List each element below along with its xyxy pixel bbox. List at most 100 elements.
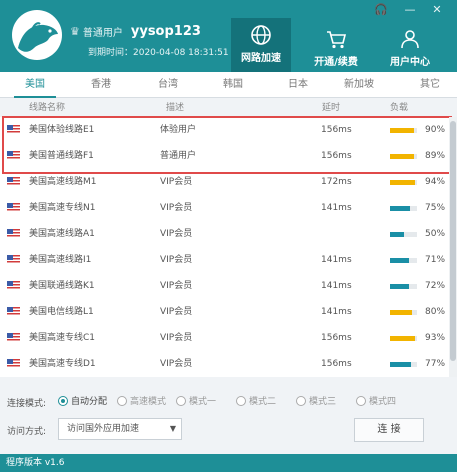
user-type: 普通用户 bbox=[82, 28, 123, 39]
us-flag-icon bbox=[7, 307, 20, 316]
minimize-icon[interactable]: — bbox=[403, 3, 417, 16]
load-bar bbox=[390, 310, 417, 315]
load-bar-fill bbox=[390, 180, 415, 185]
expiry-time: 到期时间：2020-04-08 18:31:51 bbox=[88, 48, 229, 58]
column-header-desc[interactable]: 描述 bbox=[166, 100, 184, 116]
column-header-load[interactable]: 负载 bbox=[390, 100, 408, 116]
load-bar-fill bbox=[390, 310, 412, 315]
table-row[interactable]: 美国高速专线N1 VIP会员 141ms 75% bbox=[0, 195, 449, 221]
us-flag-icon bbox=[7, 281, 20, 290]
tab-taiwan[interactable]: 台湾 bbox=[147, 72, 189, 98]
load-bar bbox=[390, 206, 417, 211]
access-method-select[interactable]: 访问国外应用加速 ▼ bbox=[58, 418, 182, 440]
server-desc: VIP会员 bbox=[160, 281, 193, 291]
server-latency: 156ms bbox=[321, 359, 352, 369]
table-row[interactable]: 美国高速专线C1 VIP会员 156ms 93% bbox=[0, 325, 449, 351]
server-name: 美国高速专线N1 bbox=[29, 203, 96, 213]
server-desc: VIP会员 bbox=[160, 307, 193, 317]
tab-korea[interactable]: 韩国 bbox=[212, 72, 254, 98]
server-load: 75% bbox=[425, 203, 446, 213]
nav-label: 网路加速 bbox=[241, 53, 281, 64]
nav-network-acceleration[interactable]: 网路加速 bbox=[231, 18, 291, 72]
load-bar bbox=[390, 284, 417, 289]
radio-high-speed[interactable]: 高速模式 bbox=[117, 394, 166, 407]
headset-icon[interactable]: 🎧 bbox=[374, 3, 388, 16]
nav-label: 用户中心 bbox=[390, 57, 430, 68]
version-footer: 程序版本 v1.6 bbox=[0, 454, 457, 472]
chevron-down-icon: ▼ bbox=[169, 424, 176, 433]
server-name: 美国高速线路A1 bbox=[29, 229, 95, 239]
server-latency: 141ms bbox=[321, 307, 352, 317]
tab-hongkong[interactable]: 香港 bbox=[80, 72, 122, 98]
table-row[interactable]: 美国高速专线D1 VIP会员 156ms 77% bbox=[0, 351, 449, 377]
radio-mode-2[interactable]: 模式二 bbox=[236, 394, 276, 407]
tab-other[interactable]: 其它 bbox=[410, 72, 450, 98]
globe-icon bbox=[251, 25, 271, 45]
radio-auto[interactable]: 自动分配 bbox=[58, 394, 107, 407]
us-flag-icon bbox=[7, 255, 20, 264]
load-bar bbox=[390, 232, 417, 237]
load-bar-fill bbox=[390, 258, 409, 263]
server-load: 80% bbox=[425, 307, 446, 317]
tab-singapore[interactable]: 新加坡 bbox=[334, 72, 384, 98]
server-desc: VIP会员 bbox=[160, 203, 193, 213]
load-bar-fill bbox=[390, 284, 409, 289]
table-row[interactable]: 美国联通线路K1 VIP会员 141ms 72% bbox=[0, 273, 449, 299]
scrollbar-thumb[interactable] bbox=[450, 121, 456, 361]
server-load: 72% bbox=[425, 281, 446, 291]
nav-subscribe[interactable]: 开通/续费 bbox=[306, 22, 366, 72]
cart-icon bbox=[327, 31, 347, 49]
server-latency: 141ms bbox=[321, 281, 352, 291]
server-name: 美国高速专线D1 bbox=[29, 359, 96, 369]
nav-user-center[interactable]: 用户中心 bbox=[380, 22, 440, 72]
column-header-latency[interactable]: 延时 bbox=[322, 100, 340, 116]
load-bar bbox=[390, 336, 417, 341]
scrollbar[interactable] bbox=[449, 117, 457, 377]
server-name: 美国高速专线C1 bbox=[29, 333, 96, 343]
close-icon[interactable]: ✕ bbox=[430, 3, 444, 16]
server-name: 美国高速线路I1 bbox=[29, 255, 92, 265]
avatar bbox=[12, 10, 62, 60]
load-bar-fill bbox=[390, 336, 415, 341]
load-bar-fill bbox=[390, 206, 410, 211]
load-bar-fill bbox=[390, 232, 404, 237]
load-bar-fill bbox=[390, 362, 411, 367]
server-name: 美国联通线路K1 bbox=[29, 281, 95, 291]
crown-icon: ♛ bbox=[70, 25, 80, 38]
us-flag-icon bbox=[7, 203, 20, 212]
server-latency: 141ms bbox=[321, 203, 352, 213]
us-flag-icon bbox=[7, 359, 20, 368]
us-flag-icon bbox=[7, 333, 20, 342]
tab-usa[interactable]: 美国 bbox=[14, 72, 56, 98]
radio-mode-1[interactable]: 模式一 bbox=[176, 394, 216, 407]
access-method-label: 访问方式: bbox=[7, 427, 47, 437]
server-name: 美国电信线路L1 bbox=[29, 307, 94, 317]
users-icon bbox=[401, 30, 419, 49]
region-tabs: 美国 香港 台湾 韩国 日本 新加坡 其它 bbox=[0, 72, 457, 98]
server-desc: VIP会员 bbox=[160, 255, 193, 265]
radio-mode-4[interactable]: 模式四 bbox=[356, 394, 396, 407]
server-desc: VIP会员 bbox=[160, 333, 193, 343]
username: yysop123 bbox=[130, 24, 201, 39]
access-method-value: 访问国外应用加速 bbox=[67, 424, 140, 434]
connect-button[interactable]: 连 接 bbox=[354, 418, 424, 442]
table-row[interactable]: 美国高速线路A1 VIP会员 50% bbox=[0, 221, 449, 247]
connect-mode-label: 连接模式: bbox=[7, 399, 47, 409]
server-latency: 141ms bbox=[321, 255, 352, 265]
server-load: 77% bbox=[425, 359, 446, 369]
server-load: 71% bbox=[425, 255, 446, 265]
server-load: 93% bbox=[425, 333, 446, 343]
us-flag-icon bbox=[7, 177, 20, 186]
radio-mode-3[interactable]: 模式三 bbox=[296, 394, 336, 407]
server-load: 50% bbox=[425, 229, 446, 239]
table-row[interactable]: 美国电信线路L1 VIP会员 141ms 80% bbox=[0, 299, 449, 325]
column-header-name[interactable]: 线路名称 bbox=[29, 100, 65, 116]
load-bar bbox=[390, 180, 417, 185]
app-header: ♛ 普通用户 yysop123 到期时间：2020-04-08 18:31:51… bbox=[0, 0, 457, 72]
server-latency: 156ms bbox=[321, 333, 352, 343]
table-row[interactable]: 美国高速线路I1 VIP会员 141ms 71% bbox=[0, 247, 449, 273]
server-desc: VIP会员 bbox=[160, 229, 193, 239]
tab-japan[interactable]: 日本 bbox=[277, 72, 319, 98]
bottom-panel bbox=[0, 380, 457, 454]
load-bar bbox=[390, 258, 417, 263]
